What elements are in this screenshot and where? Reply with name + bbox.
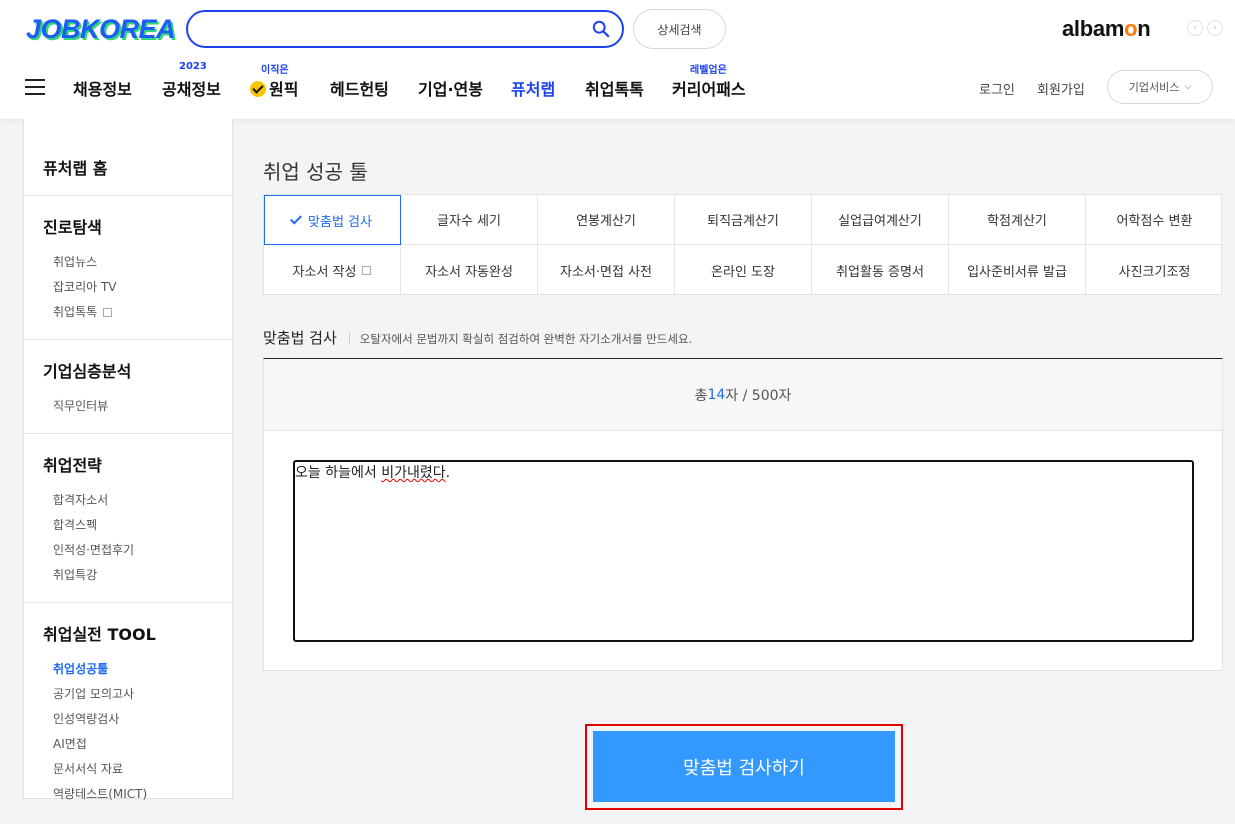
sidebar-item-personality[interactable]: 인성역량검사 <box>43 707 232 732</box>
external-link-icon <box>103 308 113 317</box>
sidebar-home[interactable]: 퓨처랩 홈 <box>24 119 232 196</box>
sidebar-section-tool: 취업실전 TOOL 취업성공툴 공기업 모의고사 인성역량검사 AI면접 문서서… <box>24 603 232 821</box>
sidebar-item-resume[interactable]: 합격자소서 <box>43 488 232 513</box>
tab-docs-issue[interactable]: 입사준비서류 발급 <box>949 245 1086 295</box>
nav-sup-careerpass: 레벨업은 <box>690 65 727 76</box>
char-count-value: 14 <box>707 386 726 403</box>
tab-job-certificate[interactable]: 취업활동 증명서 <box>812 245 949 295</box>
chevron-right-icon[interactable]: › <box>1207 20 1223 36</box>
detail-search-button[interactable]: 상세검색 <box>633 9 726 49</box>
nav-futurelab[interactable]: 퓨처랩 <box>511 76 555 100</box>
tab-dictionary[interactable]: 자소서·면접 사전 <box>538 245 675 295</box>
hamburger-menu-icon[interactable] <box>25 79 45 95</box>
biz-service-button[interactable]: 기업서비스 ⌵ <box>1107 70 1213 104</box>
highlight-box: 맞춤법 검사하기 <box>585 724 903 810</box>
sidebar-title: 진로탐색 <box>43 218 102 237</box>
tab-char-count[interactable]: 글자수 세기 <box>401 195 538 245</box>
section-title: 맞춤법 검사 <box>263 329 337 347</box>
nav-talk[interactable]: 취업톡톡 <box>585 76 644 100</box>
chevron-left-icon[interactable]: ‹ <box>1187 20 1203 36</box>
section-header: 맞춤법 검사 오탈자에서 문법까지 확실히 점검하여 완벽한 자기소개서를 만드세… <box>263 327 692 348</box>
tab-gpa-calc[interactable]: 학점계산기 <box>949 195 1086 245</box>
sidebar-item-spec[interactable]: 합격스펙 <box>43 513 232 538</box>
sidebar-item-lecture[interactable]: 취업특강 <box>43 563 232 588</box>
sidebar-item-mict[interactable]: 역량테스트(MICT) <box>43 782 232 807</box>
sidebar-title: 취업실전 TOOL <box>43 625 156 644</box>
page-title: 취업 성공 툴 <box>263 160 368 184</box>
search-icon[interactable] <box>592 20 610 38</box>
header: JOBKOREA 상세검색 albamon ‹ › 채용정보 2023 공채정보… <box>0 0 1235 119</box>
nav-public-recruit[interactable]: 공채정보 <box>162 76 221 100</box>
external-link-icon <box>362 265 372 275</box>
sidebar-item-ai-interview[interactable]: AI면접 <box>43 732 232 757</box>
tab-resume-write[interactable]: 자소서 작성 <box>264 245 401 295</box>
tab-language-score[interactable]: 어학점수 변환 <box>1086 195 1223 245</box>
tab-photo-resize[interactable]: 사진크기조정 <box>1086 245 1223 295</box>
nav-sup-onepick: 이직은 <box>261 65 289 76</box>
jobkorea-logo[interactable]: JOBKOREA <box>26 14 176 45</box>
banner-arrows: ‹ › <box>1187 20 1223 36</box>
sidebar-item-mock-test[interactable]: 공기업 모의고사 <box>43 682 232 707</box>
tab-unemployment-calc[interactable]: 실업급여계산기 <box>812 195 949 245</box>
sidebar-item-tv[interactable]: 잡코리아 TV <box>43 275 232 300</box>
join-link[interactable]: 회원가입 <box>1037 79 1085 98</box>
nav-headhunting[interactable]: 헤드헌팅 <box>330 76 389 100</box>
sidebar-item-success-tool[interactable]: 취업성공툴 <box>43 657 232 682</box>
char-counter: 총 14 자 / 500자 <box>264 359 1222 431</box>
albamon-logo[interactable]: albamon <box>1062 16 1151 42</box>
sidebar-title: 기업심층분석 <box>43 362 132 381</box>
sidebar-section-company: 기업심층분석 직무인터뷰 <box>24 340 232 434</box>
search-input[interactable] <box>186 10 624 48</box>
sidebar: 퓨처랩 홈 진로탐색 취업뉴스 잡코리아 TV 취업톡톡 기업심층분석 직무인터… <box>23 119 233 801</box>
nav-sup-2023: 2023 <box>179 61 207 72</box>
tab-spell-check[interactable]: 맞춤법 검사 <box>264 195 401 245</box>
sidebar-item-interview[interactable]: 직무인터뷰 <box>43 394 232 419</box>
sidebar-title: 취업전략 <box>43 456 102 475</box>
tab-resume-autocomplete[interactable]: 자소서 자동완성 <box>401 245 538 295</box>
chevron-down-icon: ⌵ <box>1184 82 1192 92</box>
nav-onepick[interactable]: 원픽 <box>250 76 298 100</box>
section-desc: 오탈자에서 문법까지 확실히 점검하여 완벽한 자기소개서를 만드세요. <box>359 332 693 346</box>
nav-jobs[interactable]: 채용정보 <box>73 76 132 100</box>
tab-salary-calc[interactable]: 연봉계산기 <box>538 195 675 245</box>
nav-company-salary[interactable]: 기업·연봉 <box>418 76 483 100</box>
sidebar-section-career: 진로탐색 취업뉴스 잡코리아 TV 취업톡톡 <box>24 196 232 340</box>
sidebar-item-documents[interactable]: 문서서식 자료 <box>43 757 232 782</box>
tab-severance-calc[interactable]: 퇴직금계산기 <box>675 195 812 245</box>
nav-careerpass[interactable]: 커리어패스 <box>672 76 746 100</box>
sidebar-item-news[interactable]: 취업뉴스 <box>43 250 232 275</box>
sidebar-item-reviews[interactable]: 인적성·면접후기 <box>43 538 232 563</box>
text-input[interactable]: 오늘 하늘에서 비가내렸다. <box>293 460 1194 642</box>
check-badge-icon <box>250 81 266 97</box>
tool-grid: 맞춤법 검사 글자수 세기 연봉계산기 퇴직금계산기 실업급여계산기 학점계산기… <box>263 194 1223 295</box>
spell-error-word: 비가내렸다 <box>381 465 446 481</box>
spell-check-button[interactable]: 맞춤법 검사하기 <box>593 731 895 802</box>
sidebar-section-strategy: 취업전략 합격자소서 합격스펙 인적성·면접후기 취업특강 <box>24 434 232 603</box>
login-link[interactable]: 로그인 <box>979 79 1015 98</box>
tab-online-stamp[interactable]: 온라인 도장 <box>675 245 812 295</box>
sidebar-item-talk[interactable]: 취업톡톡 <box>43 300 232 325</box>
check-icon <box>290 211 303 225</box>
spell-check-panel: 총 14 자 / 500자 오늘 하늘에서 비가내렸다. <box>263 358 1223 671</box>
